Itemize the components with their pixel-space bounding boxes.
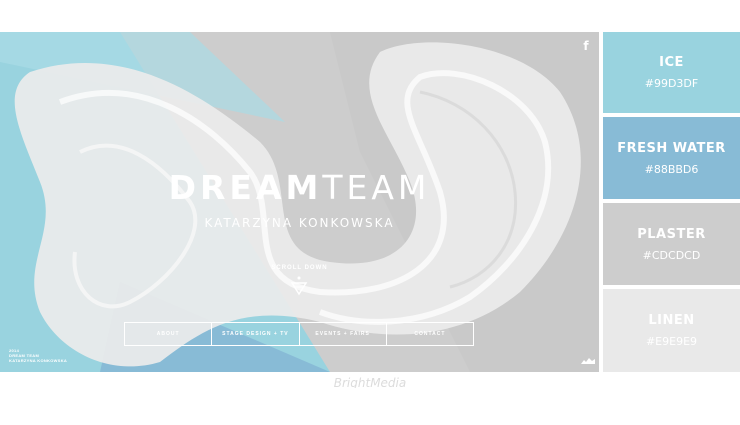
swatch-name: PLASTER <box>637 226 706 242</box>
site-navigation: ABOUT STAGE DESIGN + TV EVENTS + FAIRS C… <box>124 322 474 346</box>
swatch-name: ICE <box>659 55 684 70</box>
swatch-ice: ICE #99D3DF <box>603 32 740 113</box>
credit-author: KATARZYNA KONKOWSKA <box>9 358 68 363</box>
nav-item-about[interactable]: ABOUT <box>125 323 213 345</box>
facebook-icon[interactable]: f <box>581 39 591 53</box>
scroll-down-label[interactable]: SCROLL DOWN <box>0 264 599 272</box>
swatch-fresh-water: FRESH WATER #88BBD6 <box>603 117 740 199</box>
title-light: TEAM <box>322 168 431 207</box>
credit-text: 2014 DREAM TEAM KATARZYNA KONKOWSKA <box>9 348 67 363</box>
swatch-name: LINEN <box>648 313 695 328</box>
scroll-down-icon[interactable] <box>290 276 308 296</box>
swatch-name: FRESH WATER <box>617 140 726 156</box>
site-logo-title: DREAMTEAM <box>0 168 599 208</box>
site-subtitle: KATARZYNA KONKOWSKA <box>204 216 395 230</box>
watermark-text: BrightMedia <box>333 376 407 388</box>
swatch-hex: #E9E9E9 <box>645 335 698 348</box>
nav-item-events[interactable]: EVENTS + FAIRS <box>300 323 387 345</box>
nav-item-contact[interactable]: CONTACT <box>387 323 473 345</box>
swatch-hex: #CDCDCD <box>642 248 701 262</box>
swatch-linen: LINEN #E9E9E9 <box>603 289 740 372</box>
swatch-hex: #99D3DF <box>644 77 699 90</box>
color-palette: ICE #99D3DF FRESH WATER #88BBD6 PLASTER … <box>603 32 740 372</box>
website-hero-screenshot: f DREAMTEAM KATARZYNA KONKOWSKA SCROLL D… <box>0 32 599 372</box>
nav-item-stage-design[interactable]: STAGE DESIGN + TV <box>212 323 300 345</box>
corner-logo-icon <box>581 358 595 364</box>
title-bold: DREAM <box>168 168 323 207</box>
swatch-plaster: PLASTER #CDCDCD <box>603 203 740 285</box>
swatch-hex: #88BBD6 <box>644 162 699 176</box>
